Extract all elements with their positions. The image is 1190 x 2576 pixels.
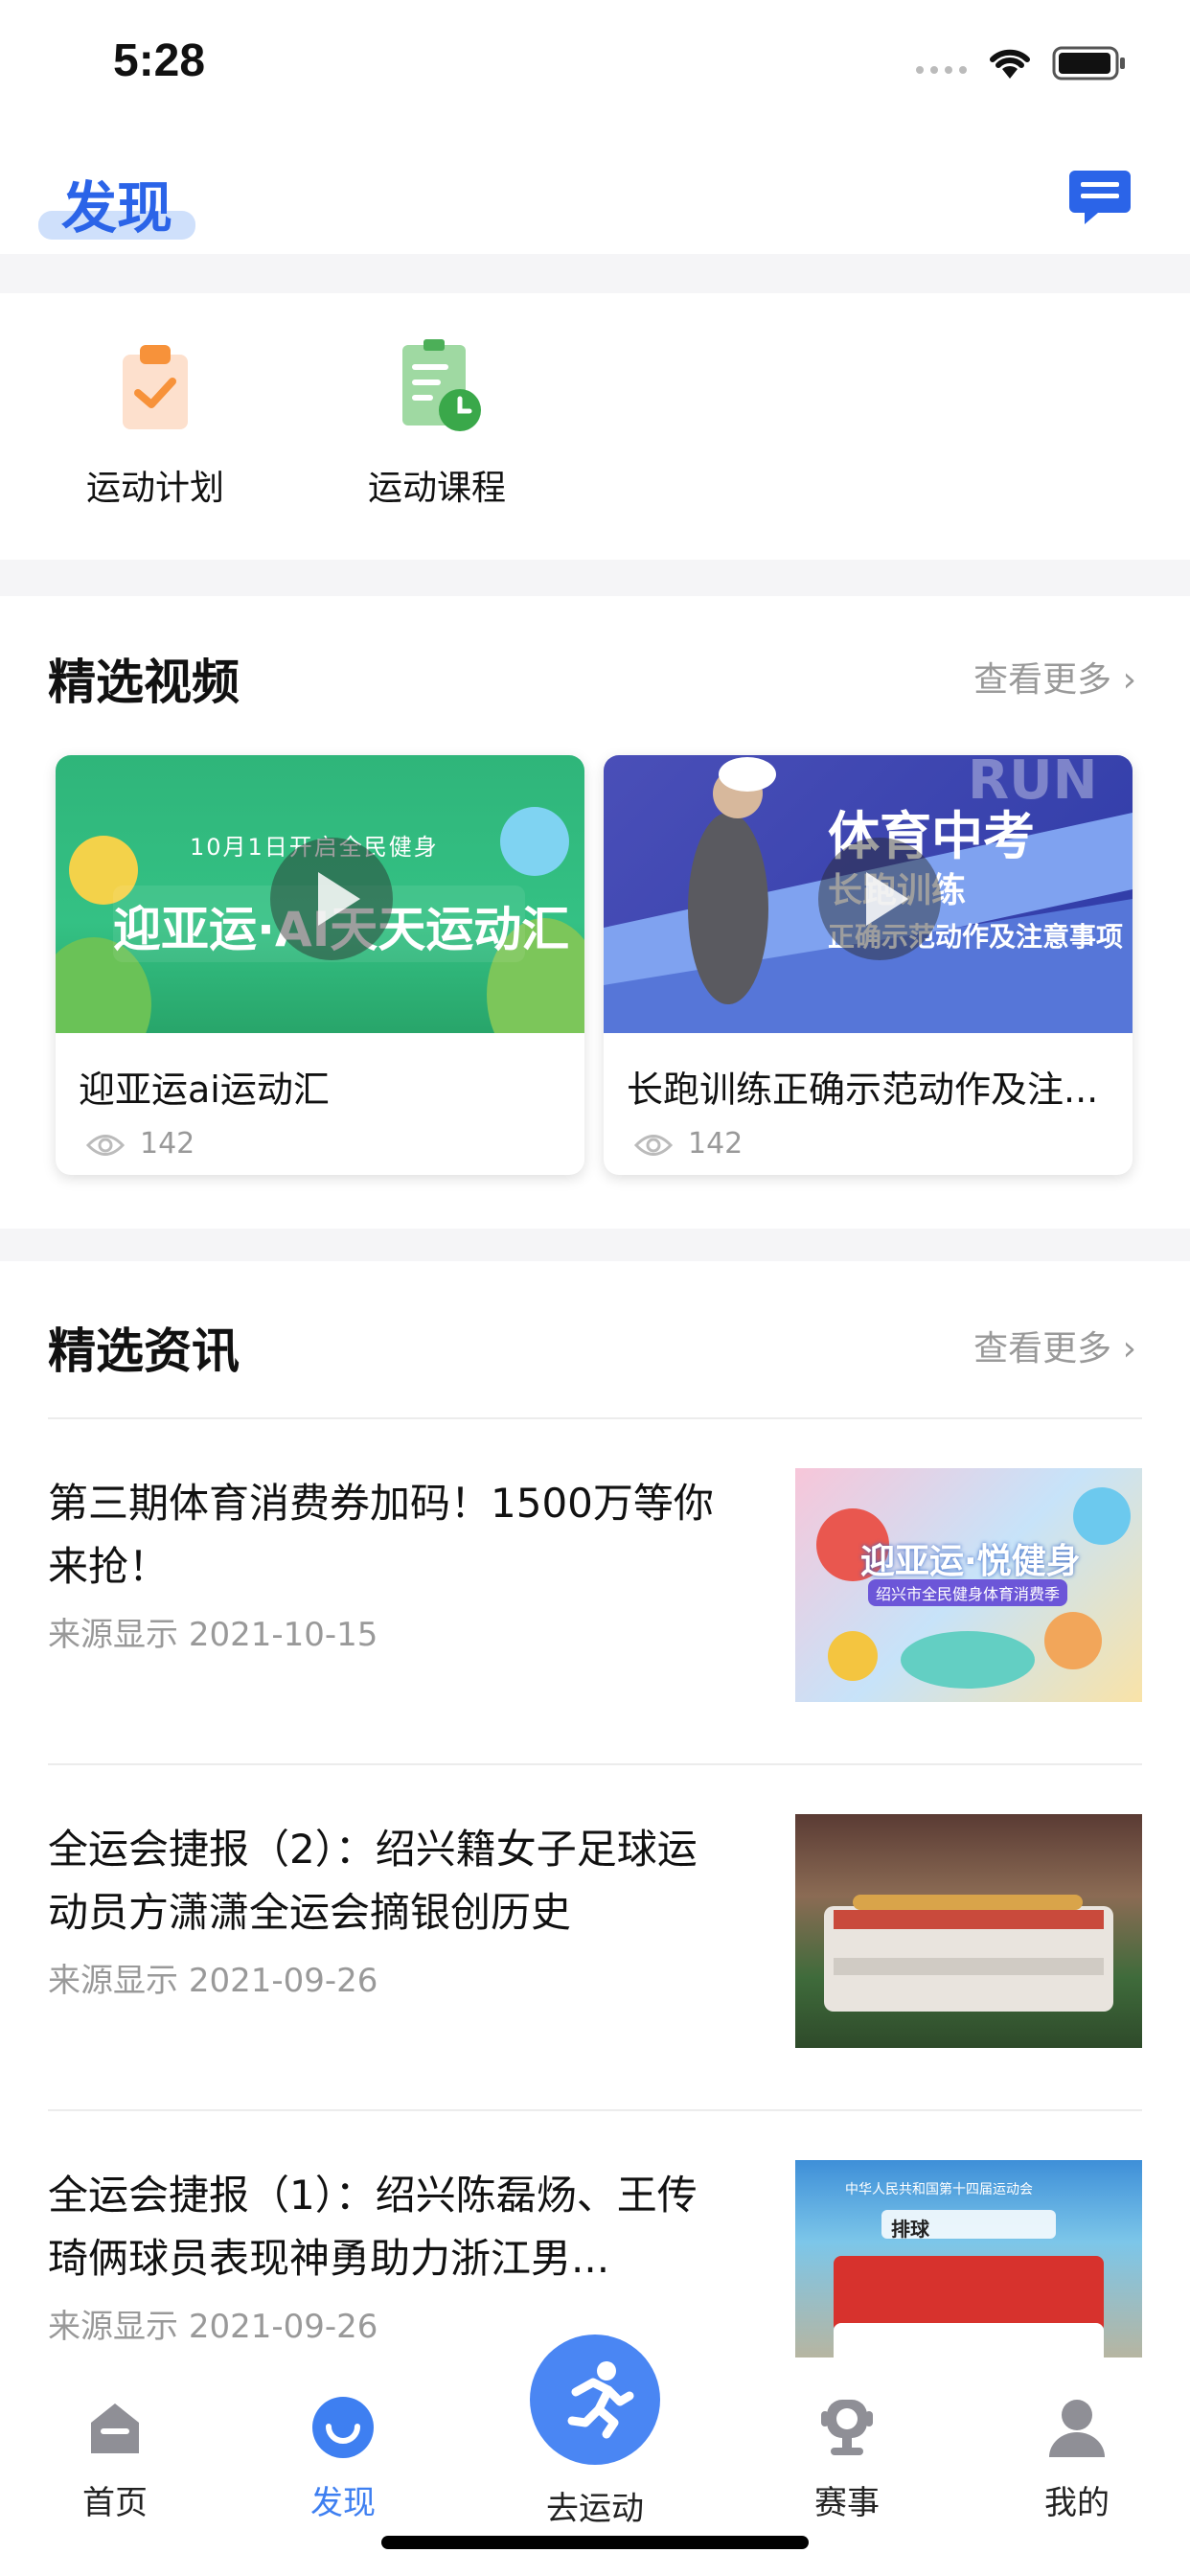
news-source: 来源显示 (48, 1962, 178, 2000)
quick-entry-label: 运动计划 (85, 469, 224, 508)
thumb-subheadline: 排球 (891, 2218, 929, 2241)
tab-label: 首页 (82, 2484, 148, 2522)
view-more-news-link[interactable]: 查看更多 › (973, 1321, 1136, 1370)
home-icon (91, 2404, 139, 2453)
play-icon[interactable] (270, 838, 393, 960)
thumb-subheadline: 绍兴市全民健身体育消费季 (868, 1579, 1068, 1606)
news-meta: 来源显示 2021-09-26 (48, 2300, 378, 2347)
video-thumbnail: RUN 体育中考 长跑训练 正确示范动作及注意事项 (604, 755, 1133, 1033)
quick-entry-course[interactable]: 运动课程 (322, 339, 552, 510)
quick-entry-plan[interactable]: 运动计划 (40, 339, 270, 510)
home-indicator (381, 2536, 809, 2549)
tab-label: 赛事 (814, 2484, 880, 2522)
thumb-headline: 迎亚运·悦健身 (860, 1542, 1081, 1581)
view-count-value: 142 (140, 1127, 195, 1161)
section-title: 精选视频 (48, 655, 240, 710)
document-clock-icon (402, 339, 481, 431)
news-date: 2021-09-26 (188, 1962, 378, 2000)
signal-icon (916, 66, 967, 74)
view-count: 142 (85, 1127, 195, 1161)
featured-videos-section: 精选视频 查看更多 › 10月1日开启全民健身 迎亚运·AI天天运动汇 迎亚运a… (0, 596, 1190, 1229)
news-title: 全运会捷报（1）：绍兴陈磊炀、王传琦俩球员表现神勇助力浙江男... (48, 2172, 698, 2282)
go-exercise-button[interactable] (530, 2334, 660, 2465)
page-title: 发现 (61, 175, 173, 241)
video-title: 长跑训练正确示范动作及注... (627, 1069, 1099, 1111)
news-meta: 来源显示 2021-10-15 (48, 1608, 378, 1655)
eye-icon (633, 1134, 674, 1156)
tab-discover[interactable]: 发现 (266, 2394, 420, 2523)
news-source: 来源显示 (48, 1616, 178, 1654)
news-item[interactable]: 第三期体育消费券加码！1500万等你来抢！ 来源显示 2021-10-15 迎亚… (0, 1418, 1190, 1763)
tab-label: 我的 (1044, 2484, 1110, 2522)
quick-entries: 运动计划 运动课程 (0, 293, 1190, 560)
video-card[interactable]: RUN 体育中考 长跑训练 正确示范动作及注意事项 长跑训练正确示范动作及注..… (604, 755, 1133, 1175)
thumb-headline: 中华人民共和国第十四届运动会 (845, 2182, 1033, 2197)
clipboard-check-icon (123, 345, 188, 429)
battery-icon (1052, 46, 1125, 80)
page-header: 发现 (0, 125, 1190, 254)
section-title: 精选资讯 (48, 1323, 240, 1379)
video-title: 迎亚运ai运动汇 (79, 1069, 330, 1111)
news-meta: 来源显示 2021-09-26 (48, 1954, 378, 2001)
quick-entry-label: 运动课程 (367, 469, 506, 508)
news-title: 全运会捷报（2）：绍兴籍女子足球运动员方潇潇全运会摘银创历史 (48, 1826, 698, 1936)
trophy-icon (821, 2400, 873, 2455)
profile-icon (1049, 2400, 1105, 2457)
view-count: 142 (633, 1127, 744, 1161)
running-icon (567, 2361, 634, 2439)
view-count-value: 142 (688, 1127, 744, 1161)
tab-events[interactable]: 赛事 (770, 2394, 924, 2523)
news-thumbnail (795, 1814, 1142, 2048)
discover-icon (312, 2397, 374, 2458)
view-more-videos-link[interactable]: 查看更多 › (973, 652, 1136, 702)
video-thumbnail: 10月1日开启全民健身 迎亚运·AI天天运动汇 (56, 755, 584, 1033)
go-exercise-label: 去运动 (546, 2490, 644, 2528)
status-bar: 5:28 (0, 0, 1190, 125)
news-title: 第三期体育消费券加码！1500万等你来抢！ (48, 1480, 714, 1590)
status-time: 5:28 (113, 35, 206, 86)
video-card[interactable]: 10月1日开启全民健身 迎亚运·AI天天运动汇 迎亚运ai运动汇 142 (56, 755, 584, 1175)
news-source: 来源显示 (48, 2308, 178, 2346)
news-date: 2021-09-26 (188, 2308, 378, 2346)
tab-home[interactable]: 首页 (38, 2394, 192, 2523)
message-icon[interactable] (1069, 169, 1131, 226)
eye-icon (85, 1134, 126, 1156)
news-date: 2021-10-15 (188, 1616, 378, 1654)
tab-profile[interactable]: 我的 (1000, 2394, 1154, 2523)
news-item[interactable]: 全运会捷报（2）：绍兴籍女子足球运动员方潇潇全运会摘银创历史 来源显示 2021… (0, 1764, 1190, 2109)
tab-label: 发现 (310, 2484, 376, 2522)
wifi-icon (990, 49, 1030, 79)
play-icon[interactable] (818, 838, 941, 960)
news-thumbnail: 迎亚运·悦健身 绍兴市全民健身体育消费季 (795, 1468, 1142, 1702)
